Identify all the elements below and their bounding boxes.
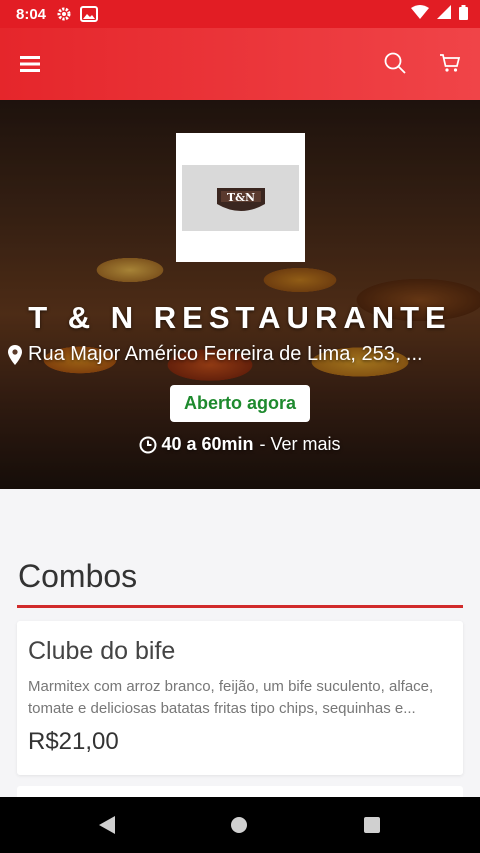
back-triangle-icon xyxy=(99,816,115,834)
address-text: Rua Major Américo Ferreira de Lima, 253,… xyxy=(28,343,423,365)
recents-square-icon xyxy=(364,817,380,833)
open-status-badge: Aberto agora xyxy=(170,385,310,422)
status-time: 8:04 xyxy=(16,5,47,23)
home-circle-icon xyxy=(231,817,247,833)
logo-emblem: T&N xyxy=(216,187,265,211)
settings-icon xyxy=(56,6,72,22)
delivery-time-row: 40 a 60min - Ver mais xyxy=(0,434,480,455)
screen: 8:04 T&N T & N RESTAURANTE Rua Major Amé… xyxy=(0,0,480,853)
app-bar xyxy=(0,28,480,100)
location-pin-icon xyxy=(8,344,22,365)
wifi-icon xyxy=(411,5,429,23)
back-button[interactable] xyxy=(94,813,120,837)
product-title: Clube do bife xyxy=(28,637,176,665)
menu-button[interactable] xyxy=(16,50,44,78)
section-divider xyxy=(17,605,463,608)
search-button[interactable] xyxy=(380,48,410,78)
restaurant-header-image: T&N T & N RESTAURANTE Rua Major Américo … xyxy=(0,100,480,489)
image-notification-icon xyxy=(80,6,99,22)
cart-button[interactable] xyxy=(435,48,465,78)
cart-icon xyxy=(440,54,461,72)
signal-icon xyxy=(437,5,451,23)
clock-icon xyxy=(139,436,157,454)
home-button[interactable] xyxy=(226,813,252,837)
restaurant-address: Rua Major Américo Ferreira de Lima, 253,… xyxy=(8,343,474,366)
battery-icon xyxy=(459,4,468,24)
search-icon xyxy=(384,52,406,74)
status-bar: 8:04 xyxy=(0,0,480,28)
delivery-time: 40 a 60min xyxy=(161,434,254,454)
hamburger-menu-icon xyxy=(20,56,40,72)
system-navigation-bar xyxy=(0,797,480,853)
logo-text: T&N xyxy=(226,191,254,204)
product-description: Marmitex com arroz branco, feijão, um bi… xyxy=(28,678,434,717)
see-more-link[interactable]: - Ver mais xyxy=(260,434,341,455)
restaurant-name: T & N RESTAURANTE xyxy=(28,300,452,335)
product-price: R$21,00 xyxy=(28,728,119,755)
product-card[interactable]: Clube do bife Marmitex com arroz branco,… xyxy=(17,621,463,775)
section-title: Combos xyxy=(18,558,138,594)
recents-button[interactable] xyxy=(359,813,385,837)
restaurant-logo: T&N xyxy=(176,133,305,262)
